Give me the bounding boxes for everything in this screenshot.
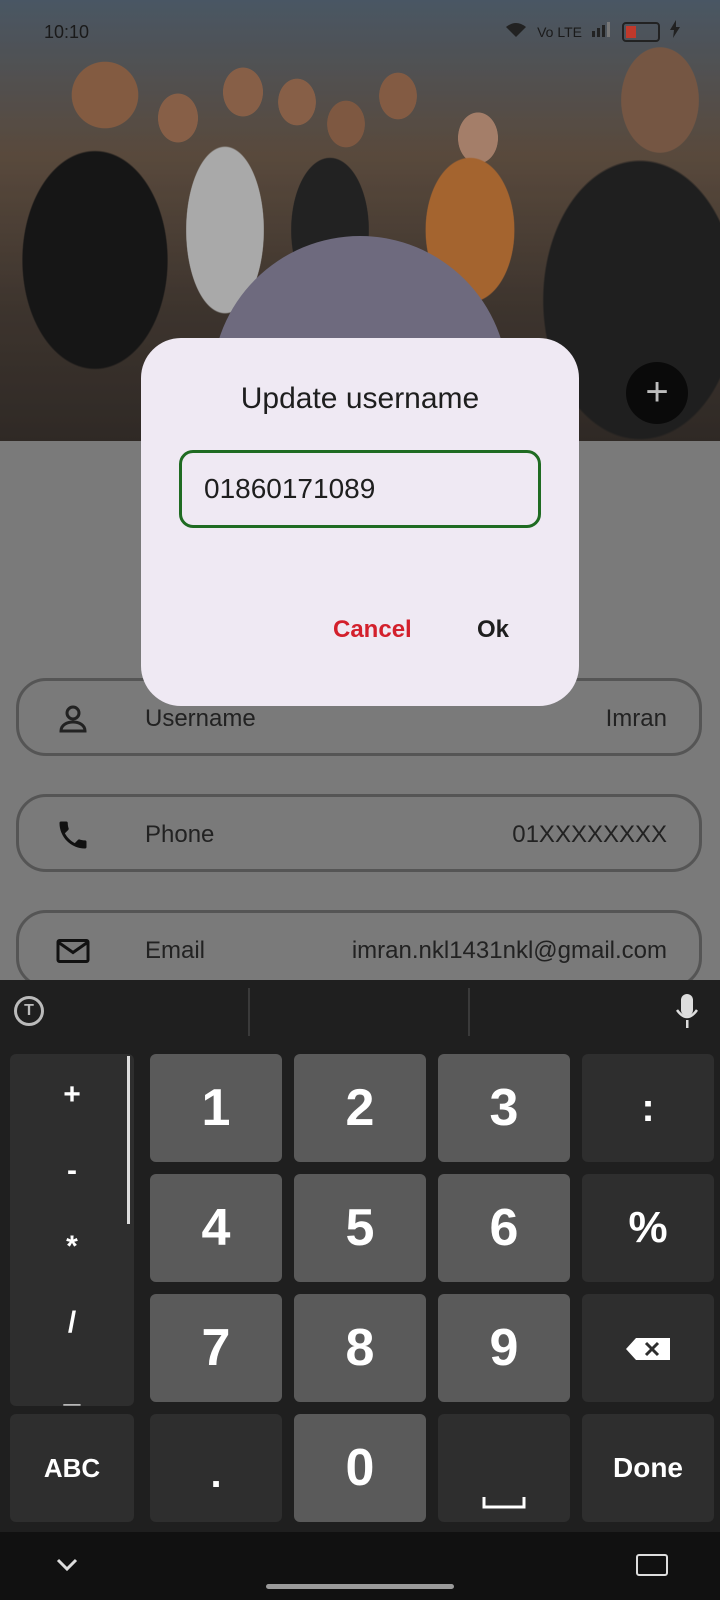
key-2[interactable]: 2 (294, 1054, 426, 1162)
plus-key[interactable]: + (10, 1078, 134, 1112)
key-8[interactable]: 8 (294, 1294, 426, 1402)
phone-value: 01XXXXXXXX (512, 821, 667, 848)
status-time: 10:10 (44, 22, 90, 42)
space-icon (482, 1496, 526, 1514)
phone-row[interactable]: Phone 01XXXXXXXX (16, 794, 702, 872)
toolbar-divider (468, 988, 470, 1036)
microphone-icon[interactable] (675, 994, 699, 1028)
add-photo-button[interactable]: + (626, 362, 688, 424)
email-label: Email (145, 937, 206, 964)
space-key[interactable] (438, 1414, 570, 1522)
phone-icon (55, 817, 91, 853)
mail-icon (55, 933, 91, 969)
key-4[interactable]: 4 (150, 1174, 282, 1282)
backspace-key[interactable] (582, 1294, 714, 1402)
key-5[interactable]: 5 (294, 1174, 426, 1282)
email-value: imran.nkl1431nkl@gmail.com (351, 937, 667, 964)
email-row[interactable]: Email imran.nkl1431nkl@gmail.com (16, 910, 702, 988)
key-7[interactable]: 7 (150, 1294, 282, 1402)
username-label: Username (145, 705, 256, 732)
keyboard-switch-icon[interactable] (636, 1554, 668, 1576)
phone-label: Phone (145, 821, 215, 848)
minus-key[interactable]: - (10, 1154, 134, 1188)
charging-icon (670, 20, 680, 43)
person-icon (55, 701, 91, 737)
colon-key[interactable]: : (582, 1054, 714, 1162)
battery-icon (622, 21, 660, 42)
toolbar-divider (248, 988, 250, 1036)
abc-key[interactable]: ABC (10, 1414, 134, 1522)
key-3[interactable]: 3 (438, 1054, 570, 1162)
slash-key[interactable]: / (10, 1306, 134, 1340)
text-tools-icon[interactable]: T (14, 996, 44, 1026)
chevron-down-icon[interactable] (56, 1548, 78, 1579)
asterisk-key[interactable]: * (10, 1230, 134, 1264)
username-value: Imran (605, 705, 667, 732)
ok-button[interactable]: Ok (477, 616, 509, 644)
percent-key[interactable]: % (582, 1174, 714, 1282)
cancel-button[interactable]: Cancel (333, 616, 412, 644)
symbol-column[interactable]: + - * / _ (10, 1054, 134, 1406)
signal-icon (592, 21, 612, 42)
update-username-dialog: Update username 01860171089 Cancel Ok (141, 338, 579, 706)
key-0[interactable]: 0 (294, 1414, 426, 1522)
status-bar: 10:10 Vo LTE (0, 0, 720, 60)
system-nav-bar (0, 1532, 720, 1600)
dialog-title: Update username (240, 382, 480, 415)
keyboard-toolbar: T (0, 980, 720, 1044)
volte-label: Vo LTE (537, 23, 582, 40)
key-6[interactable]: 6 (438, 1174, 570, 1282)
underscore-key[interactable]: _ (10, 1376, 134, 1406)
key-1[interactable]: 1 (150, 1054, 282, 1162)
done-key[interactable]: Done (582, 1414, 714, 1522)
numeric-keyboard: T + - * / _ 1 2 3 : 4 5 6 % 7 8 9 ABC . … (0, 980, 720, 1532)
backspace-icon (626, 1338, 670, 1365)
key-9[interactable]: 9 (438, 1294, 570, 1402)
dot-key[interactable]: . (150, 1414, 282, 1522)
home-gesture-bar[interactable] (266, 1584, 454, 1589)
username-input[interactable]: 01860171089 (179, 450, 541, 528)
wifi-icon (505, 22, 527, 41)
